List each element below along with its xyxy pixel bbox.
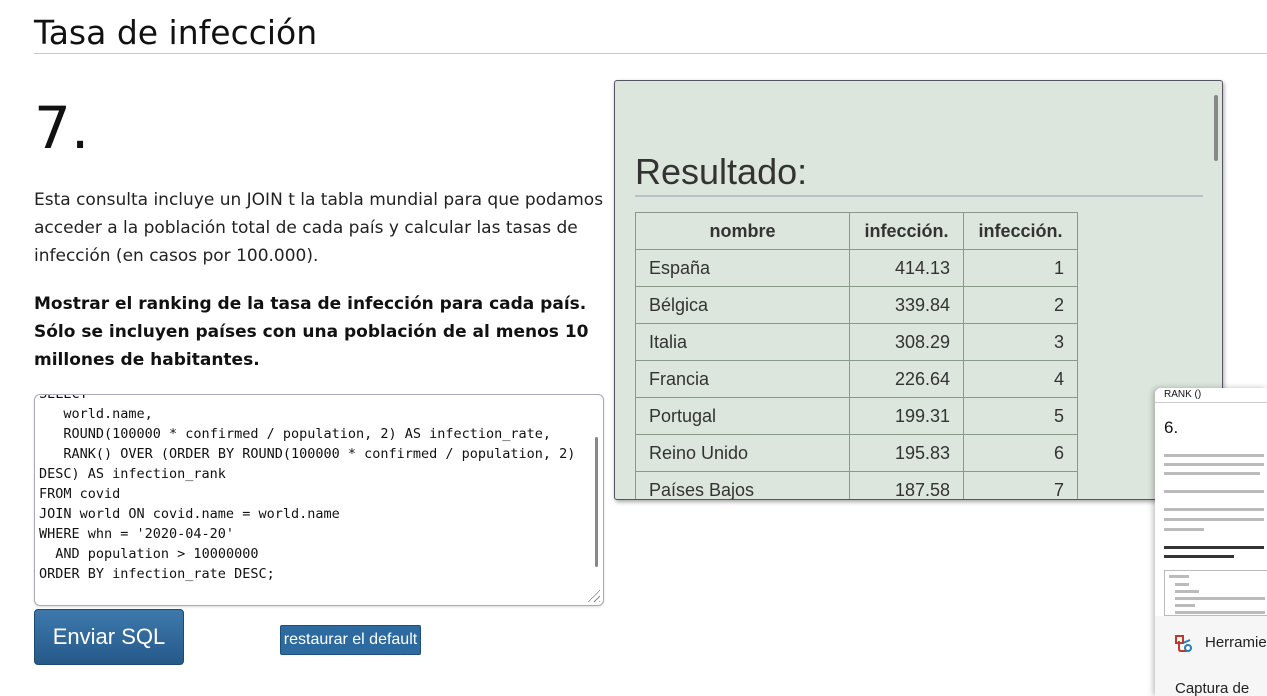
thumbnail-header: RANK () (1164, 389, 1202, 400)
table-row: Países Bajos 187.58 7 (635, 471, 1078, 499)
cell-name: Países Bajos (635, 471, 850, 499)
cell-rank: 3 (963, 323, 1078, 361)
table-header-row: nombre infección. infección. (635, 212, 1078, 250)
page-title: Tasa de infección (34, 12, 1267, 54)
cell-name: Italia (635, 323, 850, 361)
cell-rank: 2 (963, 286, 1078, 324)
result-scrollbar[interactable] (1214, 95, 1218, 161)
thumbnail-text-line (1164, 508, 1264, 511)
sql-code[interactable]: SELECT world.name, ROUND(100000 * confir… (35, 395, 597, 584)
thumbnail-code-line (1175, 590, 1199, 593)
thumbnail-question-number: 6. (1164, 418, 1179, 437)
cell-rate: 414.13 (849, 249, 964, 287)
cell-name: Francia (635, 360, 850, 398)
cell-name: España (635, 249, 850, 287)
table-row: España 414.13 1 (635, 249, 1078, 287)
cell-rate: 199.31 (849, 397, 964, 435)
result-panel: Resultado: nombre infección. infección. … (614, 80, 1223, 500)
thumbnail-text-line (1164, 472, 1260, 475)
question-description: Esta consulta incluye un JOIN t la tabla… (34, 190, 604, 266)
cell-rank: 4 (963, 360, 1078, 398)
thumbnail-bold-line (1164, 546, 1264, 549)
cell-rank: 5 (963, 397, 1078, 435)
cell-name: Reino Unido (635, 434, 850, 472)
snipping-tool-label: Herramie (1205, 634, 1267, 651)
cell-rank: 6 (963, 434, 1078, 472)
reset-default-button[interactable]: restaurar el default (280, 625, 421, 655)
thumbnail-code-line (1175, 611, 1265, 614)
cell-rate: 187.58 (849, 471, 964, 499)
snipping-tool-icon (1175, 635, 1192, 652)
thumbnail-text-line (1164, 454, 1264, 457)
cell-rate: 308.29 (849, 323, 964, 361)
resize-grip-icon[interactable] (586, 588, 600, 602)
cell-rate: 226.64 (849, 360, 964, 398)
cell-name: Bélgica (635, 286, 850, 324)
cell-rate: 339.84 (849, 286, 964, 324)
snipping-tool-row[interactable]: Herramie (1155, 626, 1267, 662)
thumbnail-code-line (1175, 597, 1265, 600)
thumbnail-text-line (1164, 518, 1264, 521)
table-row: Portugal 199.31 5 (635, 397, 1078, 435)
column-header-nombre: nombre (635, 212, 850, 250)
table-row: Bélgica 339.84 2 (635, 286, 1078, 324)
screenshot-thumbnail[interactable]: RANK () 6. (1155, 388, 1267, 616)
editor-scrollbar[interactable] (595, 437, 598, 567)
sql-editor[interactable]: SELECT world.name, ROUND(100000 * confir… (34, 394, 604, 606)
column-header-infection-rank: infección. (963, 212, 1078, 250)
task-instruction: Mostrar el ranking de la tasa de infecci… (34, 294, 589, 370)
table-row: Reino Unido 195.83 6 (635, 434, 1078, 472)
thumbnail-divider (1155, 402, 1267, 403)
table-row: Francia 226.64 4 (635, 360, 1078, 398)
cell-rank: 7 (963, 471, 1078, 499)
snipping-tool-popup[interactable]: RANK () 6. Herramie Captura de (1155, 388, 1267, 696)
thumbnail-code-line (1175, 604, 1195, 607)
thumbnail-code-box (1164, 570, 1267, 616)
thumbnail-bold-line (1164, 555, 1234, 558)
cell-name: Portugal (635, 397, 850, 435)
cell-rank: 1 (963, 249, 1078, 287)
thumbnail-code-line (1175, 583, 1189, 586)
table-row: Italia 308.29 3 (635, 323, 1078, 361)
thumbnail-text-line (1164, 463, 1264, 466)
result-heading: Resultado: (635, 149, 1203, 197)
submit-sql-button[interactable]: Enviar SQL (34, 609, 184, 665)
result-table: nombre infección. infección. España 414.… (635, 212, 1078, 499)
thumbnail-text-line (1164, 528, 1204, 531)
column-header-infection-rate: infección. (849, 212, 964, 250)
thumbnail-code-line (1169, 575, 1189, 578)
question-number: 7. (34, 94, 90, 162)
cell-rate: 195.83 (849, 434, 964, 472)
thumbnail-text-line (1164, 490, 1264, 493)
capture-label: Captura de (1175, 680, 1250, 696)
